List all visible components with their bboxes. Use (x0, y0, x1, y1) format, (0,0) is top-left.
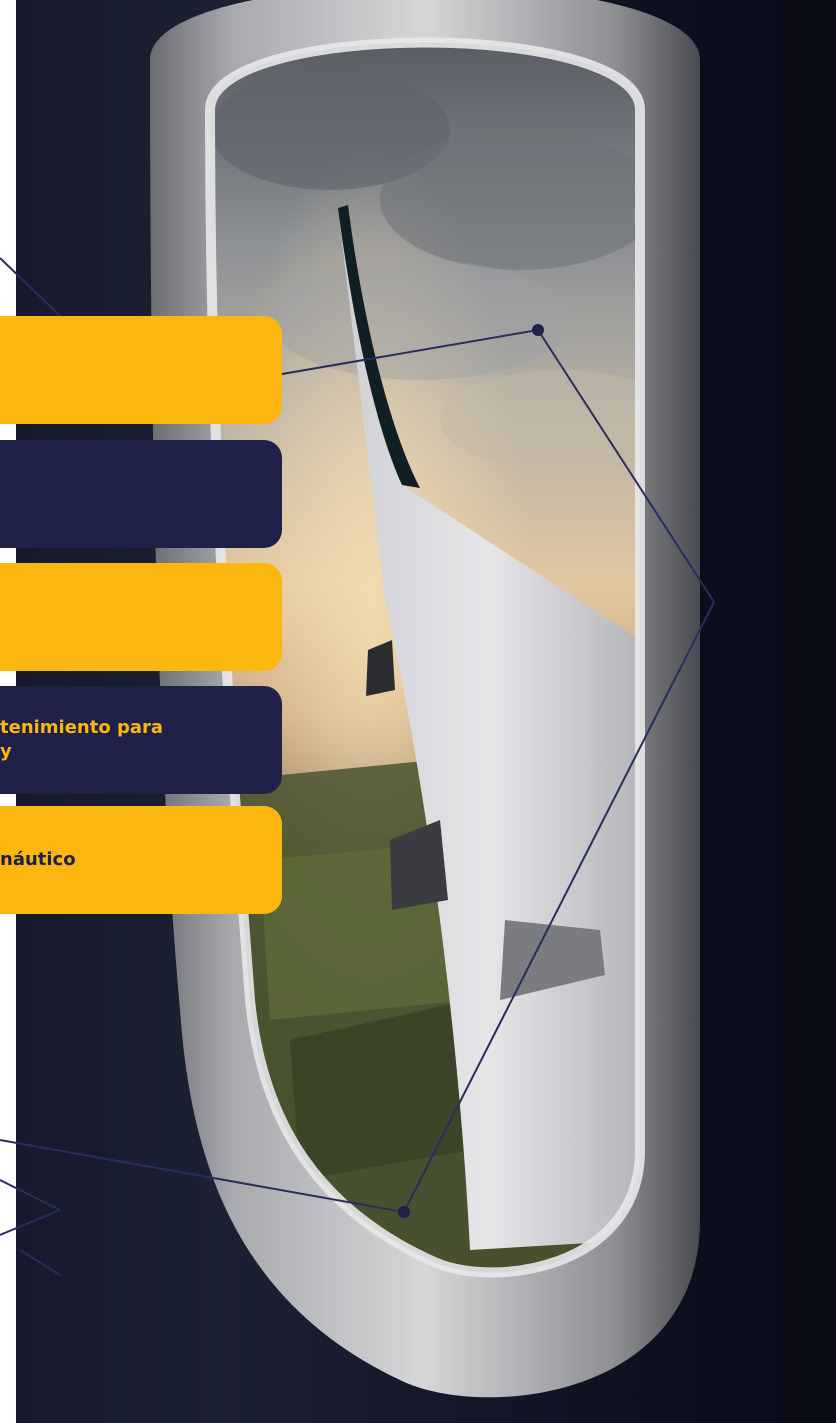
card-5-label: náutico (0, 849, 76, 870)
card-4: tenimiento para y (0, 686, 282, 794)
connector-node-top (532, 324, 544, 336)
slide: tenimiento para y náutico (0, 0, 836, 1423)
card-4-label: tenimiento para y (0, 717, 164, 762)
card-5: náutico (0, 806, 282, 914)
card-2 (0, 440, 282, 548)
card-3 (0, 563, 282, 671)
connector-node-bottom (398, 1206, 410, 1218)
card-1 (0, 316, 282, 424)
